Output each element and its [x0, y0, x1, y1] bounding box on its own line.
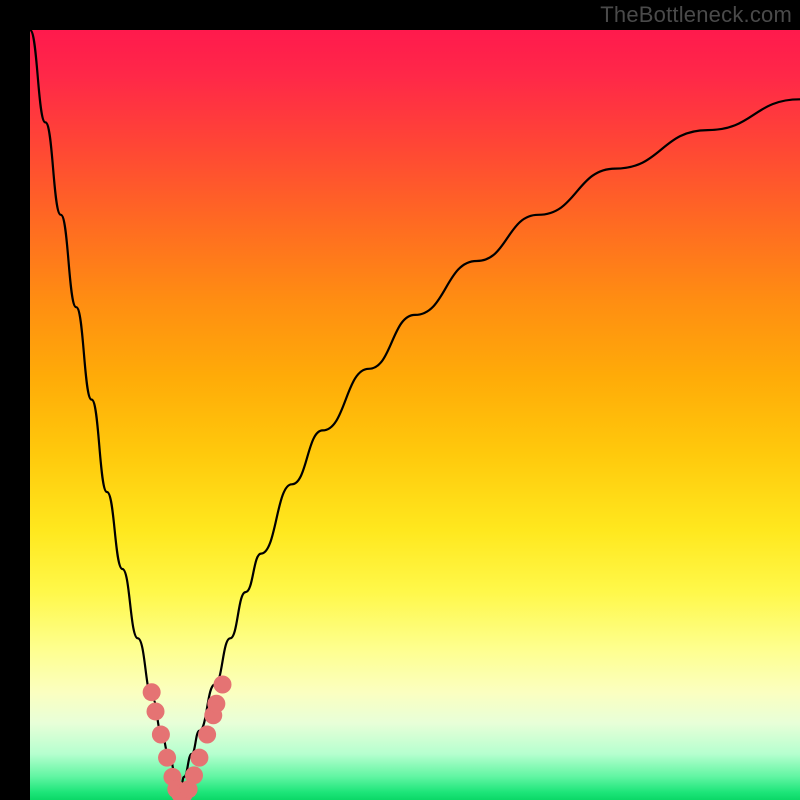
data-marker: [190, 749, 208, 767]
data-marker: [185, 766, 203, 784]
curve-group: [30, 30, 800, 792]
data-marker: [198, 726, 216, 744]
watermark-text: TheBottleneck.com: [600, 2, 792, 28]
data-marker: [207, 695, 225, 713]
chart-frame: TheBottleneck.com: [0, 0, 800, 800]
data-marker: [143, 683, 161, 701]
data-marker: [214, 676, 232, 694]
plot-area: [30, 30, 800, 800]
chart-svg: [30, 30, 800, 800]
marker-group: [143, 676, 232, 800]
data-marker: [152, 726, 170, 744]
bottleneck-curve-right: [180, 99, 800, 792]
data-marker: [158, 749, 176, 767]
data-marker: [147, 702, 165, 720]
bottleneck-curve-left: [30, 30, 180, 792]
